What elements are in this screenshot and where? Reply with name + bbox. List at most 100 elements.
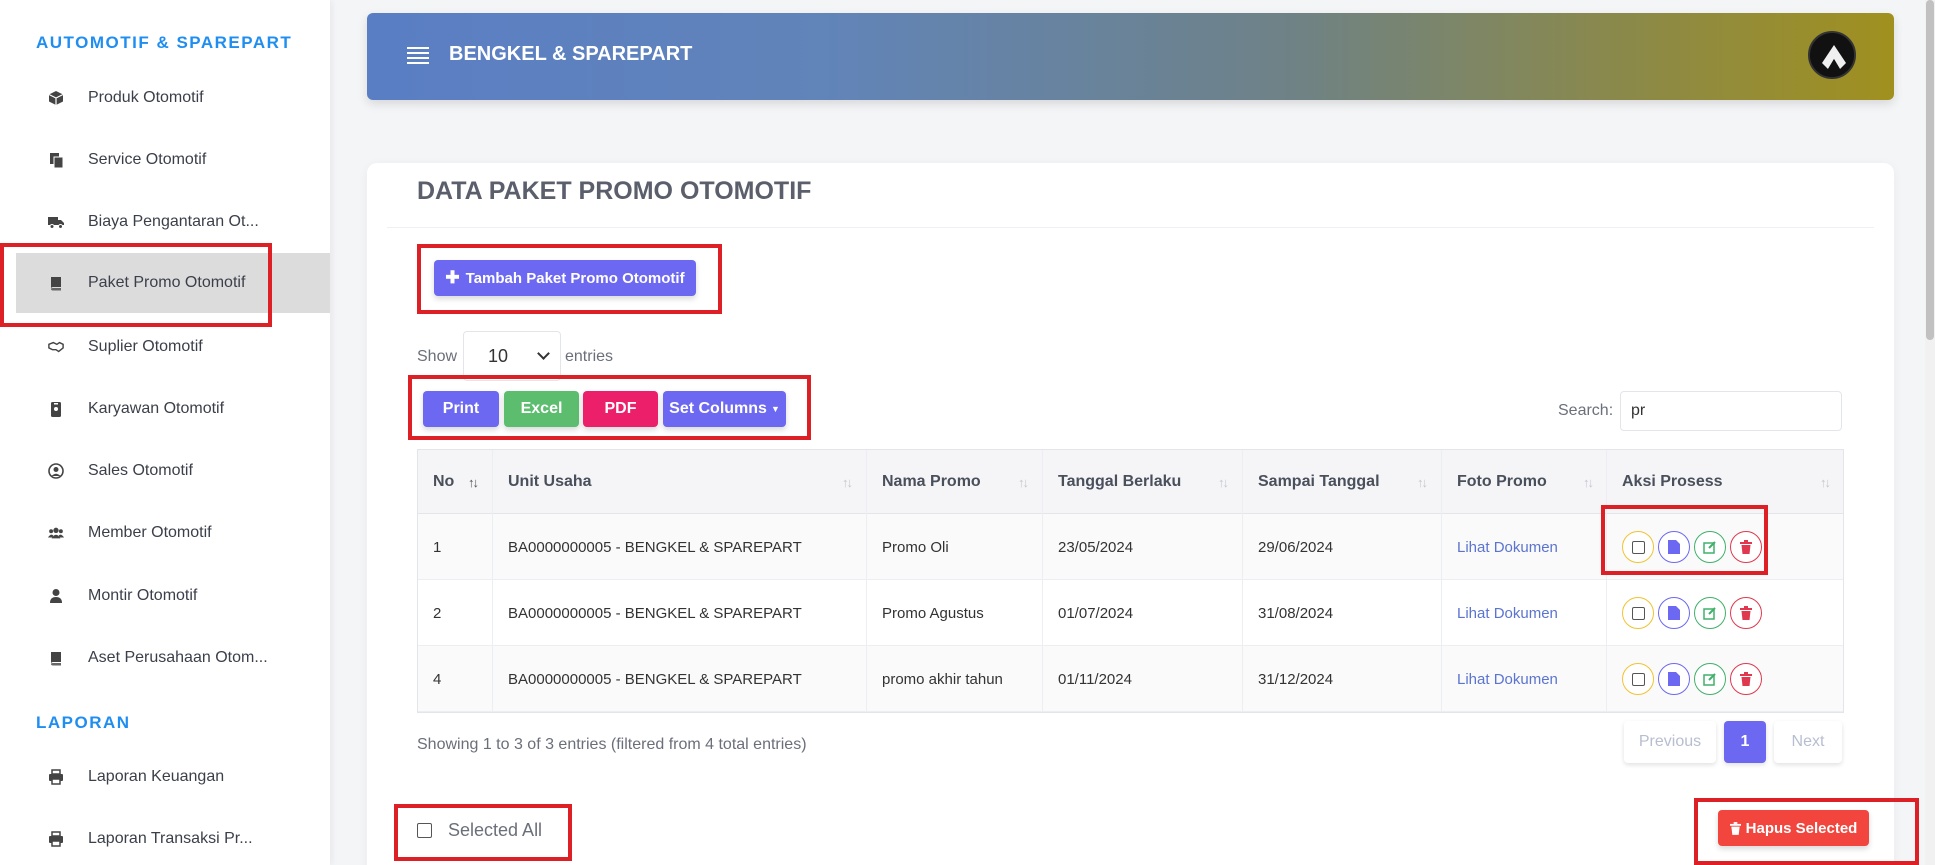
cell-unit-usaha: BA0000000005 - BENGKEL & SPAREPART <box>508 670 802 688</box>
sidebar-item-sales-otomotif[interactable]: Sales Otomotif <box>16 441 330 501</box>
entries-select[interactable]: 10 <box>463 331 561 381</box>
sidebar-item-label: Laporan Transaksi Pr... <box>88 830 253 847</box>
cell-no: 4 <box>433 670 442 688</box>
table-row: 2 BA0000000005 - BENGKEL & SPAREPART Pro… <box>418 580 1843 646</box>
book-icon <box>46 650 66 666</box>
sidebar-item-aset-perusahaan[interactable]: Aset Perusahaan Otom... <box>16 628 330 688</box>
cell-sampai-tanggal: 29/06/2024 <box>1258 538 1334 556</box>
print-icon <box>46 769 66 785</box>
promo-table: No ↑↓ Unit Usaha ↑↓ Nama Promo ↑↓ Tangga… <box>417 449 1844 713</box>
edit-icon[interactable] <box>1694 663 1726 695</box>
sidebar: AUTOMOTIF & SPAREPART Produk Otomotif Se… <box>0 0 330 865</box>
cell-sampai-tanggal: 31/12/2024 <box>1258 670 1334 688</box>
table-row: 1 BA0000000005 - BENGKEL & SPAREPART Pro… <box>418 514 1843 580</box>
sidebar-item-member-otomotif[interactable]: Member Otomotif <box>16 503 330 563</box>
excel-button[interactable]: Excel <box>504 391 579 427</box>
sort-icon: ↑↓ <box>1583 475 1594 490</box>
trash-icon[interactable] <box>1730 597 1762 629</box>
entries-label: entries <box>565 348 614 365</box>
row-select-checkbox[interactable] <box>1622 663 1654 695</box>
document-icon[interactable] <box>1658 597 1690 629</box>
edit-icon[interactable] <box>1694 597 1726 629</box>
column-header-unit-usaha[interactable]: Unit Usaha <box>508 450 592 514</box>
set-columns-button[interactable]: Set Columns ▼ <box>663 391 786 427</box>
column-header-sampai-tanggal[interactable]: Sampai Tanggal <box>1258 450 1380 514</box>
sort-icon: ↑↓ <box>1820 475 1831 490</box>
sidebar-item-laporan-keuangan[interactable]: Laporan Keuangan <box>16 747 330 807</box>
sidebar-item-label: Member Otomotif <box>88 524 212 541</box>
search-label: Search: <box>1558 402 1614 419</box>
add-promo-label: Tambah Paket Promo Otomotif <box>465 269 685 287</box>
add-promo-button[interactable]: ✚ Tambah Paket Promo Otomotif <box>434 260 696 296</box>
brand-title: BENGKEL & SPAREPART <box>449 43 693 65</box>
lihat-dokumen-link[interactable]: Lihat Dokumen <box>1457 514 1558 580</box>
cell-nama-promo: Promo Oli <box>882 538 949 556</box>
set-columns-label: Set Columns <box>669 400 767 417</box>
print-icon <box>46 831 66 847</box>
column-header-nama-promo[interactable]: Nama Promo <box>882 450 981 514</box>
sidebar-item-suplier-otomotif[interactable]: Suplier Otomotif <box>16 317 330 377</box>
search-input[interactable]: pr <box>1620 391 1842 431</box>
column-divider <box>866 450 867 712</box>
cell-nama-promo: promo akhir tahun <box>882 670 1003 688</box>
select-all-label: Selected All <box>448 820 543 840</box>
cell-sampai-tanggal: 31/08/2024 <box>1258 604 1334 622</box>
trash-icon[interactable] <box>1730 663 1762 695</box>
sidebar-section-title: AUTOMOTIF & SPAREPART <box>36 33 293 52</box>
lihat-dokumen-link[interactable]: Lihat Dokumen <box>1457 580 1558 646</box>
sidebar-item-laporan-transaksi[interactable]: Laporan Transaksi Pr... <box>16 809 330 865</box>
lihat-dokumen-link[interactable]: Lihat Dokumen <box>1457 646 1558 712</box>
table-info: Showing 1 to 3 of 3 entries (filtered fr… <box>417 736 807 753</box>
delete-selected-button[interactable]: Hapus Selected <box>1718 810 1869 846</box>
column-header-foto-promo[interactable]: Foto Promo <box>1457 450 1547 514</box>
users-icon <box>46 525 66 541</box>
sidebar-item-service-otomotif[interactable]: Service Otomotif <box>16 130 330 190</box>
sidebar-item-paket-promo-otomotif[interactable]: Paket Promo Otomotif <box>16 253 330 313</box>
pdf-button[interactable]: PDF <box>583 391 658 427</box>
edit-icon[interactable] <box>1694 531 1726 563</box>
row-actions <box>1622 646 1772 712</box>
column-divider <box>1242 450 1243 712</box>
next-page-button[interactable]: Next <box>1774 721 1842 763</box>
sidebar-item-karyawan-otomotif[interactable]: Karyawan Otomotif <box>16 379 330 439</box>
column-header-no[interactable]: No <box>433 450 454 514</box>
avatar[interactable] <box>1808 31 1856 79</box>
sidebar-item-label: Karyawan Otomotif <box>88 400 225 417</box>
top-navbar: BENGKEL & SPAREPART <box>367 13 1894 100</box>
cell-nama-promo: Promo Agustus <box>882 604 984 622</box>
trash-icon[interactable] <box>1730 531 1762 563</box>
sort-icon: ↑↓ <box>842 475 853 490</box>
row-select-checkbox[interactable] <box>1622 531 1654 563</box>
column-header-tanggal-berlaku[interactable]: Tanggal Berlaku <box>1058 450 1181 514</box>
user-circle-icon <box>46 463 66 479</box>
sort-icon: ↑↓ <box>1018 475 1029 490</box>
row-select-checkbox[interactable] <box>1622 597 1654 629</box>
sidebar-item-label: Sales Otomotif <box>88 462 193 479</box>
promo-card: DATA PAKET PROMO OTOMOTIF ✚ Tambah Paket… <box>367 163 1894 865</box>
sidebar-section-title: LAPORAN <box>36 713 131 732</box>
copy-icon <box>46 152 66 168</box>
document-icon[interactable] <box>1658 531 1690 563</box>
cell-tanggal-berlaku: 01/11/2024 <box>1058 670 1132 688</box>
print-button[interactable]: Print <box>423 391 499 427</box>
sidebar-item-label: Biaya Pengantaran Ot... <box>88 213 259 230</box>
box-icon <box>46 90 66 106</box>
row-actions <box>1622 514 1772 580</box>
page-1-button[interactable]: 1 <box>1724 721 1766 763</box>
hamburger-menu-icon[interactable] <box>407 47 429 64</box>
previous-page-button[interactable]: Previous <box>1624 721 1716 763</box>
document-icon[interactable] <box>1658 663 1690 695</box>
scrollbar-thumb[interactable] <box>1926 0 1934 340</box>
truck-icon <box>46 214 66 230</box>
divider <box>387 227 1874 228</box>
column-divider <box>1042 450 1043 712</box>
cell-tanggal-berlaku: 01/07/2024 <box>1058 604 1134 622</box>
sidebar-item-montir-otomotif[interactable]: Montir Otomotif <box>16 566 330 626</box>
column-header-aksi-prosess[interactable]: Aksi Prosess <box>1622 450 1723 514</box>
scrollbar[interactable] <box>1925 0 1935 865</box>
sidebar-item-biaya-pengantaran[interactable]: Biaya Pengantaran Ot... <box>16 192 330 252</box>
sidebar-item-produk-otomotif[interactable]: Produk Otomotif <box>16 68 330 128</box>
page-title: DATA PAKET PROMO OTOMOTIF <box>417 177 812 205</box>
select-all-checkbox[interactable]: Selected All <box>417 820 542 841</box>
column-divider <box>1606 450 1607 712</box>
